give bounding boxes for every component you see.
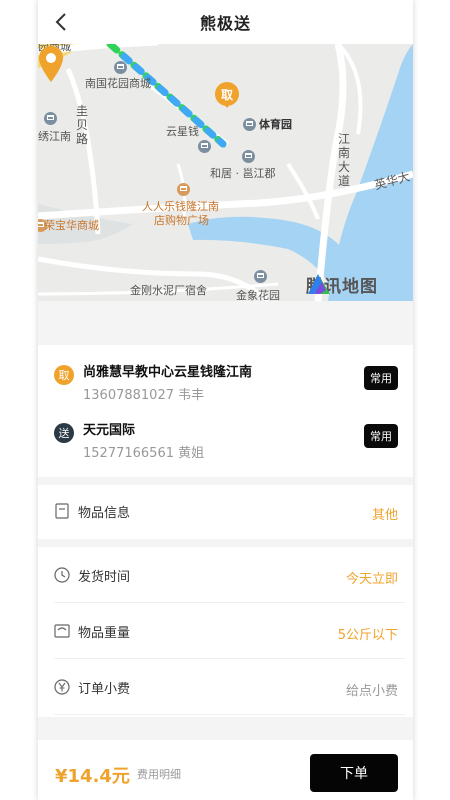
- yen-coin-icon: [54, 679, 70, 695]
- pickup-frequent-button[interactable]: 常用: [364, 366, 398, 390]
- ship-time-value: 今天立即: [345, 572, 398, 587]
- map-poi-icon: [114, 61, 127, 74]
- document-icon: [55, 503, 69, 519]
- map-poi-icon: [242, 150, 255, 163]
- map-label: 南国花园商城: [85, 77, 151, 90]
- pickup-location-pin-icon[interactable]: [38, 44, 64, 84]
- app-screen: 熊极送 园商城 南国花园商城 圭贝路: [38, 0, 413, 800]
- checkout-bar: ¥14.4元 费用明细 下单: [38, 740, 413, 800]
- item-info-value: 其他: [371, 508, 398, 523]
- pickup-name: 尚雅慧早教中心云星钱隆江南: [83, 365, 253, 380]
- pickup-address-row[interactable]: 取 尚雅慧早教中心云星钱隆江南 13607881027 韦丰 常用: [38, 352, 413, 410]
- map-label: 金象花园: [236, 289, 280, 301]
- map-label: 和居 · 邕江郡: [210, 167, 276, 180]
- fee-detail-link[interactable]: 费用明细: [137, 766, 181, 782]
- ship-time-label: 发货时间: [78, 570, 131, 585]
- tencent-map-logo-icon: [308, 274, 330, 294]
- delivery-frequent-button[interactable]: 常用: [364, 424, 398, 448]
- page-title: 熊极送: [199, 14, 251, 33]
- map-label: 圭贝路: [76, 104, 89, 146]
- place-order-button[interactable]: 下单: [310, 754, 398, 792]
- map-label: 云星钱: [166, 125, 199, 138]
- delivery-address-row[interactable]: 送 天元国际 15277166561 黄姐 常用: [38, 410, 413, 468]
- divider: [54, 714, 405, 715]
- weight-value: 5公斤以下: [337, 628, 398, 643]
- map-label: 荣宝华商城: [44, 219, 99, 232]
- weight-row[interactable]: 物品重量 5公斤以下: [38, 603, 413, 659]
- nav-bar: 熊极送: [38, 0, 413, 44]
- order-detail-card: 发货时间 今天立即 物品重量 5公斤以下 订单小费 给点小费: [38, 547, 413, 717]
- map-label: 江南大道: [338, 132, 351, 188]
- map-provider-logo: 腾讯地图: [306, 272, 378, 297]
- map-poi-icon: [44, 112, 57, 125]
- map-label: 金刚水泥厂宿舍: [130, 284, 207, 297]
- map-view[interactable]: 园商城 南国花园商城 圭贝路 绣江南 云星钱 体育园 和居 · 邕江郡 江南大道…: [38, 44, 413, 301]
- tip-label: 订单小费: [78, 682, 131, 697]
- item-info-row[interactable]: 物品信息 其他: [38, 483, 413, 539]
- tip-row[interactable]: 订单小费 给点小费: [38, 659, 413, 715]
- back-arrow-icon[interactable]: [50, 10, 74, 34]
- weight-label: 物品重量: [78, 626, 131, 641]
- map-label: 体育园: [259, 118, 292, 131]
- item-info-card: 物品信息 其他: [38, 485, 413, 539]
- address-card: 取 尚雅慧早教中心云星钱隆江南 13607881027 韦丰 常用 送 天元国际…: [38, 345, 413, 477]
- pickup-bubble-marker: 取: [215, 82, 239, 108]
- delivery-contact: 15277166561 黄姐: [83, 446, 205, 461]
- map-poi-icon: [198, 140, 211, 153]
- tip-value: 给点小费: [345, 684, 398, 699]
- clock-icon: [54, 567, 70, 583]
- map-poi-icon: [243, 118, 256, 131]
- map-poi-icon: [177, 183, 190, 196]
- ship-time-row[interactable]: 发货时间 今天立即: [38, 547, 413, 603]
- item-info-label: 物品信息: [78, 506, 131, 521]
- map-poi-icon: [254, 270, 267, 283]
- map-label: 绣江南: [38, 130, 71, 143]
- total-price: ¥14.4元: [55, 766, 130, 787]
- pickup-contact: 13607881027 韦丰: [83, 388, 205, 403]
- map-label: 店购物广场: [154, 214, 209, 227]
- delivery-badge: 送: [54, 423, 74, 443]
- scale-icon: [54, 624, 70, 638]
- pickup-badge: 取: [54, 365, 74, 385]
- delivery-name: 天元国际: [83, 423, 136, 438]
